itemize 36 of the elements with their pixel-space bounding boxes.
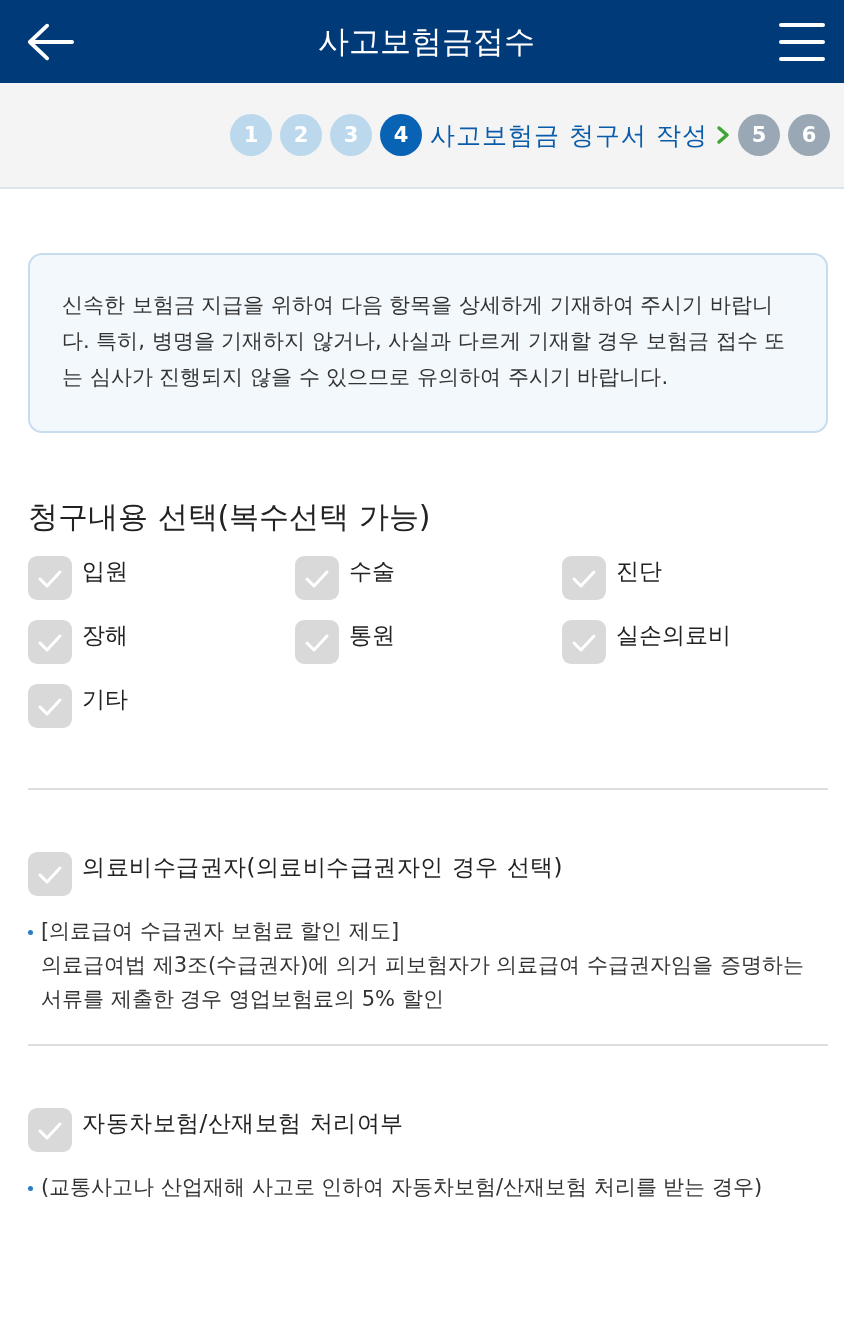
checkbox-label: 장해	[82, 621, 128, 650]
step-indicator: 4	[380, 114, 423, 156]
bullet-icon	[28, 1186, 33, 1191]
note-text: [의료급여 수급권자 보험료 할인 제도]	[41, 918, 401, 945]
step-indicator: 5	[738, 114, 780, 156]
checkbox[interactable]	[28, 620, 72, 664]
checkbox[interactable]	[562, 620, 606, 664]
checkbox-label: 의료비수급권자(의료비수급권자인 경우 선택)	[82, 853, 564, 882]
checkbox-label: 통원	[349, 621, 395, 650]
note-text: (교통사고나 산업재해 사고로 인하여 자동차보험/산재보험 처리를 받는 경우)	[41, 1174, 763, 1201]
checkbox[interactable]	[28, 556, 72, 600]
checkbox-label: 입원	[82, 557, 128, 586]
checkbox[interactable]	[562, 556, 606, 600]
step-indicator: 3	[330, 114, 373, 156]
checkbox[interactable]	[295, 556, 339, 600]
checkbox-label: 수술	[349, 557, 395, 586]
checkbox[interactable]	[295, 620, 339, 664]
note-text: 의료급여법 제3조(수급권자)에 의거 피보험자가 의료급여 수급권자임을 증명하는 서류를 제출한 경우 영업보험료의 5% 할인	[41, 952, 805, 1013]
checkbox-label: 기타	[82, 685, 128, 714]
back-arrow-icon[interactable]	[26, 21, 74, 62]
step-indicator: 6	[788, 114, 830, 156]
notice-box: 신속한 보험금 지급을 위하여 다음 항목을 상세하게 기재하여 주시기 바랍니다. 특히, 병명을 기재하지 않거나, 사실과 다르게 기재할 경우 보험금 접수 또는 심사가 진행되지 않을 수 있으므로 유의하여 주시기 바랍니다.	[28, 253, 828, 433]
chevron-right-icon[interactable]	[716, 125, 730, 145]
checkbox[interactable]	[28, 684, 72, 728]
step-caption: 사고보험금 청구서 작성	[430, 119, 708, 152]
checkbox-label: 자동차보험/산재보험 처리여부	[82, 1109, 404, 1138]
step-indicator: 2	[280, 114, 323, 156]
step-indicator: 1	[230, 114, 273, 156]
checkbox-label: 진단	[616, 557, 662, 586]
checkbox[interactable]	[28, 1108, 72, 1152]
section-title: 청구내용 선택(복수선택 가능)	[28, 498, 432, 536]
checkbox-label: 실손의료비	[616, 621, 731, 650]
menu-icon[interactable]	[778, 21, 826, 62]
bullet-icon	[28, 930, 33, 935]
page-title: 사고보험금접수	[317, 21, 535, 61]
checkbox[interactable]	[28, 852, 72, 896]
